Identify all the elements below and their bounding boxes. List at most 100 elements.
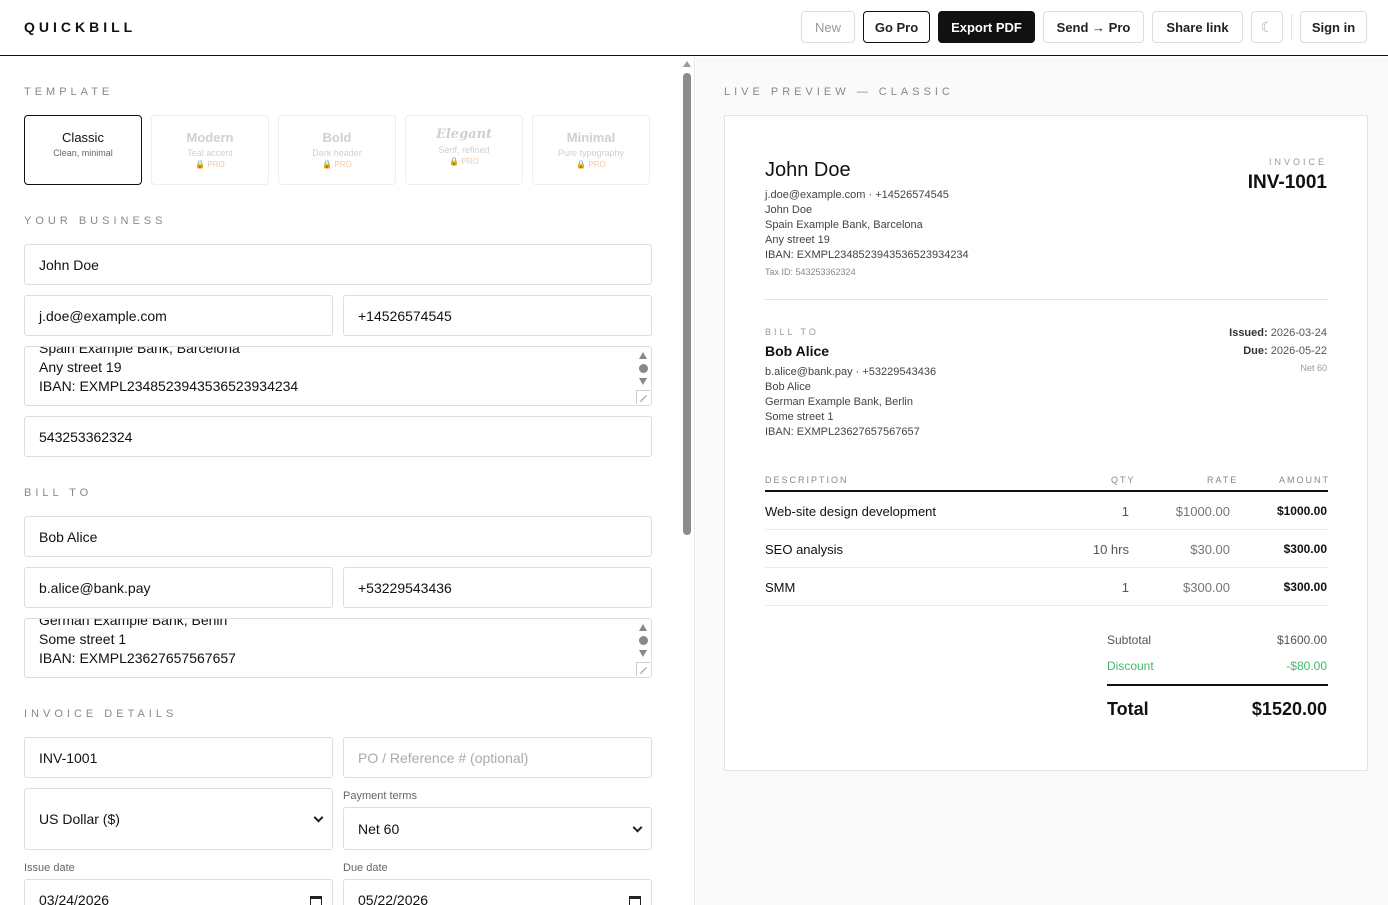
payment-terms-value: Net 60 xyxy=(358,820,400,837)
due-date-label: Due date xyxy=(343,862,388,874)
template-name: Bold xyxy=(322,130,352,145)
row-divider xyxy=(765,567,1328,568)
scroll-up-icon[interactable] xyxy=(639,624,647,631)
business-email-input[interactable]: j.doe@example.com xyxy=(24,295,333,336)
item-amount: $300.00 xyxy=(1283,542,1327,556)
preview-divider xyxy=(765,299,1328,300)
send-pro-button[interactable]: Send → Pro xyxy=(1043,11,1144,43)
total-value: $1520.00 xyxy=(1251,699,1327,719)
issue-date-input[interactable]: 03/24/2026 xyxy=(24,879,333,905)
calendar-icon[interactable] xyxy=(310,896,322,905)
template-minimal[interactable]: Minimal Pure typography 🔒 PRO xyxy=(532,115,650,185)
preview-client-name: Bob Alice xyxy=(765,343,830,359)
total-rule xyxy=(1107,684,1328,686)
section-bill-to-title: BILL TO xyxy=(24,487,93,499)
preview-from-name: John Doe xyxy=(765,159,851,181)
client-address-textarea[interactable]: German Example Bank, Berlin Some street … xyxy=(24,618,652,678)
template-modern[interactable]: Modern Teal accent 🔒 PRO xyxy=(151,115,269,185)
panel-scroll-up-icon[interactable] xyxy=(683,61,691,67)
preview-from-line: Spain Example Bank, Barcelona xyxy=(765,219,923,231)
total-label: Total xyxy=(1107,699,1149,719)
item-qty: 1 xyxy=(1121,580,1129,595)
go-pro-button[interactable]: Go Pro xyxy=(863,11,930,43)
preview-client-line: Bob Alice xyxy=(765,381,811,393)
preview-client-line: Some street 1 xyxy=(765,411,834,423)
template-bold[interactable]: Bold Dark header 🔒 PRO xyxy=(278,115,396,185)
template-elegant[interactable]: Elegant Serif, refined 🔒 PRO xyxy=(405,115,523,185)
panel-scrollbar-thumb[interactable] xyxy=(683,73,691,535)
currency-value: US Dollar ($) xyxy=(39,811,120,827)
issued-value: 2026-03-24 xyxy=(1270,327,1327,339)
item-rate: $300.00 xyxy=(1183,580,1230,595)
address-line: IBAN: EXMPL2348523943536523934234 xyxy=(39,378,299,394)
item-amount: $1000.00 xyxy=(1276,504,1327,518)
currency-select[interactable]: US Dollar ($) xyxy=(24,788,333,850)
resize-handle-icon[interactable] xyxy=(636,390,650,404)
preview-from-line: John Doe xyxy=(765,204,813,216)
theme-toggle-moon-icon[interactable]: ☾ xyxy=(1251,11,1283,43)
template-desc: Clean, minimal xyxy=(53,148,113,158)
calendar-icon[interactable] xyxy=(629,896,641,905)
discount-label: Discount xyxy=(1107,659,1154,673)
live-preview-label: LIVE PREVIEW — CLASSIC xyxy=(724,86,954,98)
new-button[interactable]: New xyxy=(801,11,855,43)
business-tax-id-input[interactable]: 543253362324 xyxy=(24,416,652,457)
due-date-input[interactable]: 05/22/2026 xyxy=(343,879,652,905)
template-desc: Teal accent xyxy=(187,148,233,158)
business-address-textarea[interactable]: Spain Example Bank, Barcelona Any street… xyxy=(24,346,652,406)
address-line: German Example Bank, Berlin xyxy=(39,618,228,628)
item-qty: 1 xyxy=(1121,504,1129,519)
sign-in-button[interactable]: Sign in xyxy=(1300,11,1367,43)
app-logo: QUICKBILL xyxy=(24,19,137,35)
item-description: SEO analysis xyxy=(765,542,844,557)
preview-bill-to-label: BILL TO xyxy=(765,327,819,337)
column-qty: QTY xyxy=(1111,475,1136,485)
preview-from-line: Any street 19 xyxy=(765,234,830,246)
invoice-number-input[interactable]: INV-1001 xyxy=(24,737,333,778)
business-name-input[interactable]: John Doe xyxy=(24,244,652,285)
column-amount: AMOUNT xyxy=(1279,475,1330,485)
preview-panel: LIVE PREVIEW — CLASSIC John Doe j.doe@ex… xyxy=(696,57,1388,905)
po-reference-input[interactable]: PO / Reference # (optional) xyxy=(343,737,652,778)
template-desc: Serif, refined xyxy=(438,145,490,155)
template-name: Modern xyxy=(186,130,234,145)
section-invoice-details-title: INVOICE DETAILS xyxy=(24,708,178,720)
payment-terms-select[interactable]: Net 60 xyxy=(343,807,652,850)
issued-label: Issued: xyxy=(1229,327,1268,339)
template-name: Minimal xyxy=(566,130,616,145)
editor-panel: TEMPLATE Classic Clean, minimal Modern T… xyxy=(0,57,695,905)
scroll-down-icon[interactable] xyxy=(639,378,647,385)
column-description: DESCRIPTION xyxy=(765,475,849,485)
subtotal-value: $1600.00 xyxy=(1276,633,1327,647)
subtotal-label: Subtotal xyxy=(1107,633,1152,647)
item-qty: 10 hrs xyxy=(1092,542,1129,557)
row-divider xyxy=(765,529,1328,530)
address-line: IBAN: EXMPL23627657567657 xyxy=(39,650,236,666)
due-date-value: 05/22/2026 xyxy=(358,892,429,905)
export-pdf-button[interactable]: Export PDF xyxy=(938,11,1035,43)
scroll-thumb[interactable] xyxy=(639,636,648,645)
business-phone-input[interactable]: +14526574545 xyxy=(343,295,652,336)
preview-issued-date: Issued: 2026-03-24 xyxy=(1229,327,1327,339)
item-rate: $1000.00 xyxy=(1175,504,1230,519)
client-email-input[interactable]: b.alice@bank.pay xyxy=(24,567,333,608)
preview-from-contact: j.doe@example.com · +14526574545 xyxy=(765,189,949,201)
preview-payment-terms: Net 60 xyxy=(1300,363,1327,373)
item-description: Web-site design development xyxy=(765,504,937,519)
header-divider xyxy=(1291,14,1292,40)
chevron-down-icon xyxy=(313,812,324,823)
row-divider xyxy=(765,605,1328,606)
share-link-button[interactable]: Share link xyxy=(1152,11,1243,43)
resize-handle-icon[interactable] xyxy=(636,662,650,676)
client-phone-input[interactable]: +53229543436 xyxy=(343,567,652,608)
template-desc: Dark header xyxy=(312,148,362,158)
scroll-thumb[interactable] xyxy=(639,364,648,373)
issue-date-value: 03/24/2026 xyxy=(39,892,110,905)
client-name-input[interactable]: Bob Alice xyxy=(24,516,652,557)
template-name: Elegant xyxy=(435,127,493,142)
scroll-up-icon[interactable] xyxy=(639,352,647,359)
scroll-down-icon[interactable] xyxy=(639,650,647,657)
pro-lock-badge: 🔒 PRO xyxy=(322,160,352,169)
template-classic[interactable]: Classic Clean, minimal xyxy=(24,115,142,185)
address-line: Spain Example Bank, Barcelona xyxy=(39,346,240,356)
